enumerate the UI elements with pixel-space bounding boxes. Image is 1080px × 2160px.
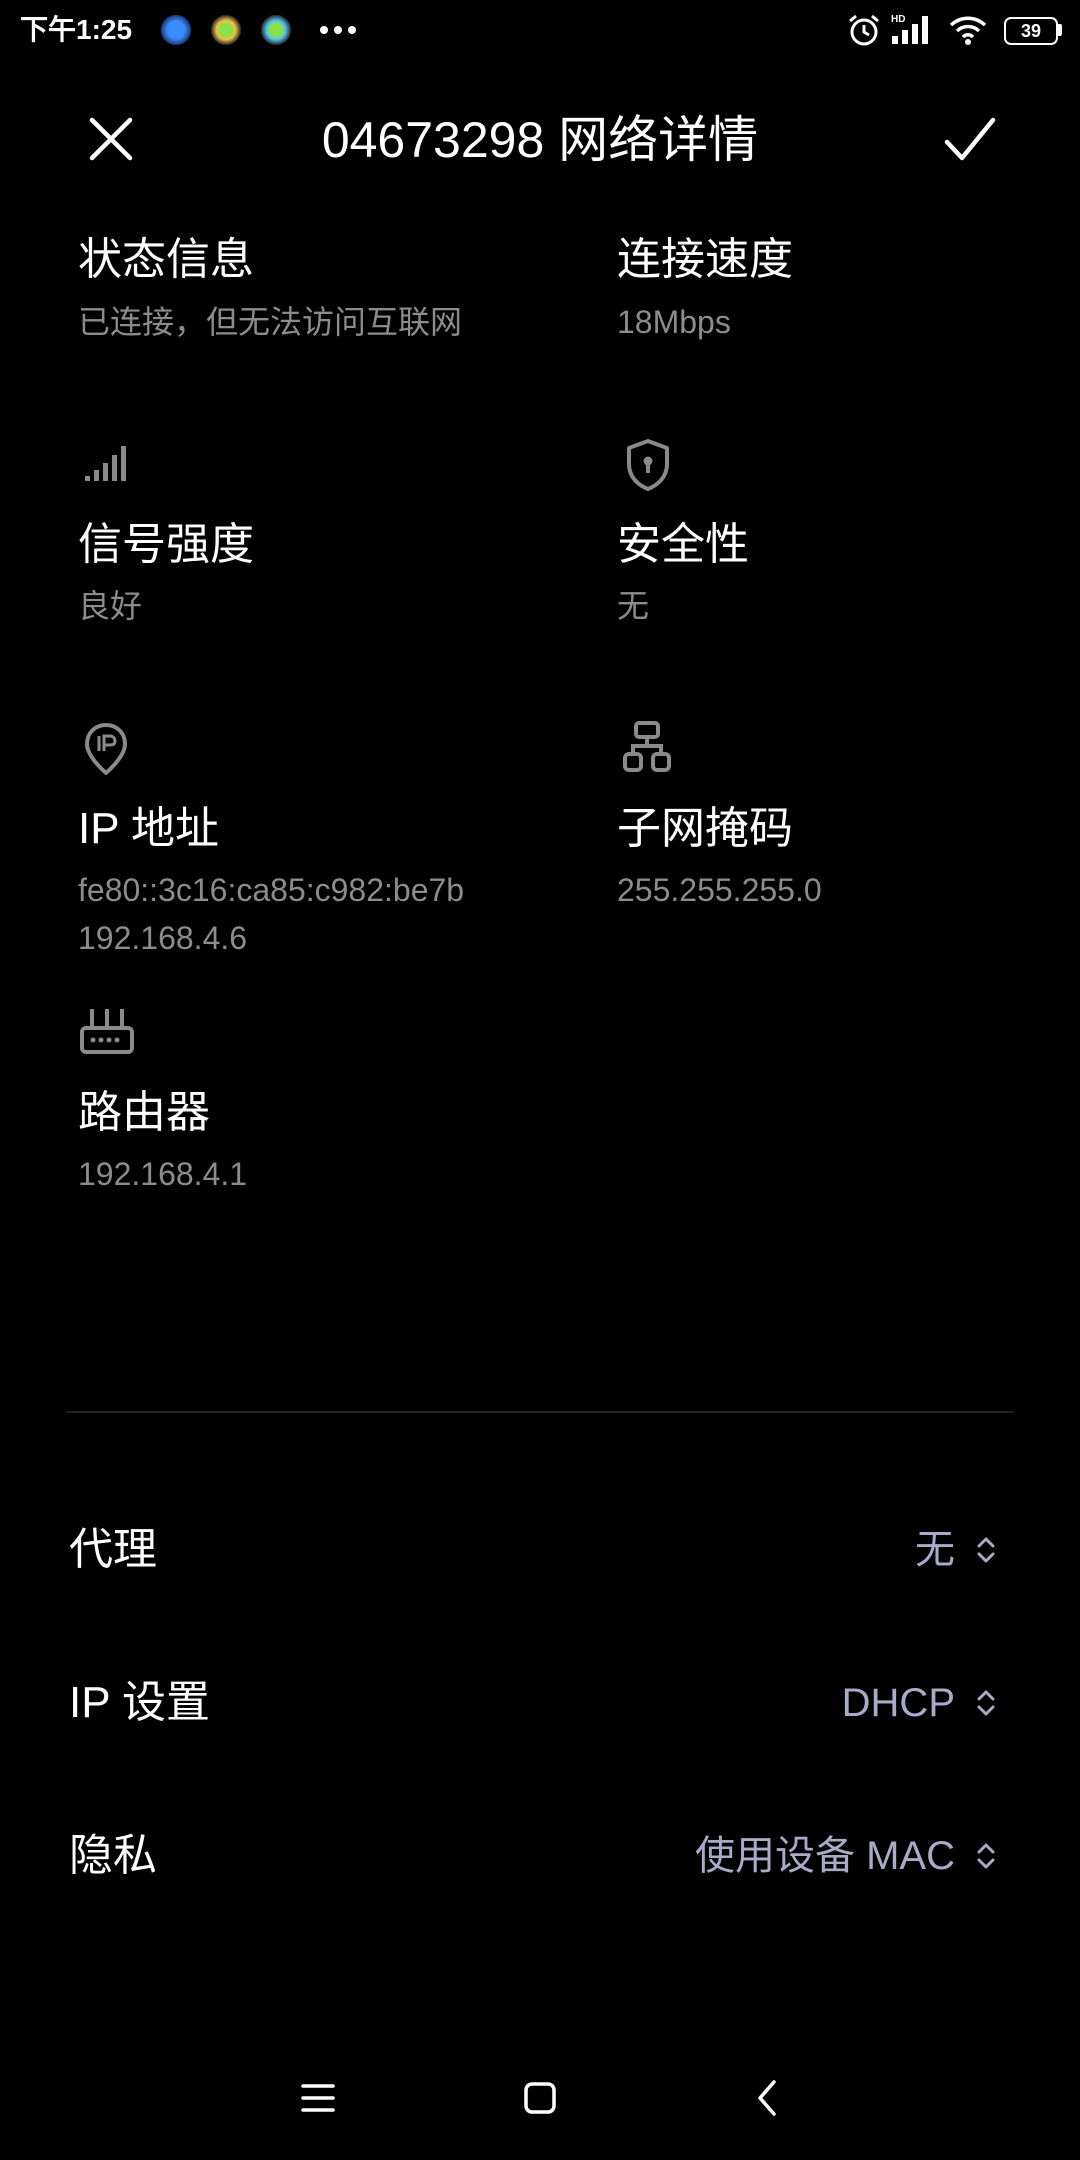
- privacy-label: 隐私: [69, 1831, 157, 1880]
- chevron-up-down-icon: [977, 1537, 995, 1563]
- battery-icon: 39: [1004, 17, 1058, 45]
- alarm-icon: [849, 14, 879, 46]
- ip-setting-row[interactable]: IP 设置 DHCP: [0, 1643, 1080, 1763]
- signal-strength-icon: [85, 446, 126, 481]
- detail-ip-value-ipv4: 192.168.4.6: [78, 920, 248, 956]
- privacy-setting-row[interactable]: 隐私 使用设备 MAC: [0, 1796, 1080, 1916]
- wifi-icon: [949, 16, 987, 45]
- subnet-icon: [623, 721, 671, 772]
- green-app-icon: [211, 15, 241, 45]
- status-bar: 下午1:25 HD 39: [0, 0, 1080, 64]
- proxy-label: 代理: [69, 1525, 157, 1574]
- detail-subnet-value: 255.255.255.0: [617, 872, 822, 908]
- more-dots-icon: [320, 26, 356, 34]
- detail-router-label: 路由器: [78, 1088, 210, 1137]
- shield-icon: [627, 439, 669, 491]
- detail-signal-value: 良好: [78, 588, 143, 624]
- detail-router-value: 192.168.4.1: [78, 1156, 248, 1192]
- detail-speed-value: 18Mbps: [617, 304, 731, 340]
- k-app-icon: [161, 15, 191, 45]
- proxy-value[interactable]: 无: [915, 1530, 955, 1570]
- detail-security-label: 安全性: [617, 520, 749, 569]
- privacy-value[interactable]: 使用设备 MAC: [695, 1836, 955, 1876]
- detail-ip-value-ipv6: fe80::3c16:ca85:c982:be7b: [78, 872, 465, 908]
- proxy-setting-row[interactable]: 代理 无: [0, 1490, 1080, 1610]
- detail-status-label: 状态信息: [78, 235, 254, 284]
- menu-icon[interactable]: [300, 2080, 336, 2116]
- home-icon[interactable]: [522, 2080, 558, 2116]
- battery-nub: [1058, 24, 1062, 36]
- chevron-up-down-icon: [977, 1690, 995, 1716]
- router-icon: [80, 1009, 134, 1054]
- detail-speed-label: 连接速度: [617, 235, 793, 284]
- section-divider: [66, 1411, 1014, 1413]
- ip-setting-label: IP 设置: [69, 1678, 211, 1727]
- ip-location-icon: [85, 723, 127, 775]
- ip-setting-value[interactable]: DHCP: [842, 1683, 955, 1723]
- back-icon[interactable]: [752, 2078, 782, 2118]
- green-app-icon: [261, 15, 291, 45]
- hd-label: HD: [891, 14, 905, 25]
- chevron-up-down-icon: [977, 1843, 995, 1869]
- detail-signal-label: 信号强度: [78, 520, 254, 569]
- status-time: 下午1:25: [20, 14, 133, 45]
- hd-signal-icon: HD: [891, 14, 928, 44]
- detail-status-value: 已连接，但无法访问互联网: [78, 304, 463, 340]
- page-title: 04673298 网络详情: [321, 112, 759, 168]
- detail-ip-label: IP 地址: [78, 804, 220, 853]
- detail-subnet-label: 子网掩码: [617, 804, 793, 853]
- check-icon[interactable]: [942, 114, 998, 166]
- detail-security-value: 无: [617, 588, 650, 624]
